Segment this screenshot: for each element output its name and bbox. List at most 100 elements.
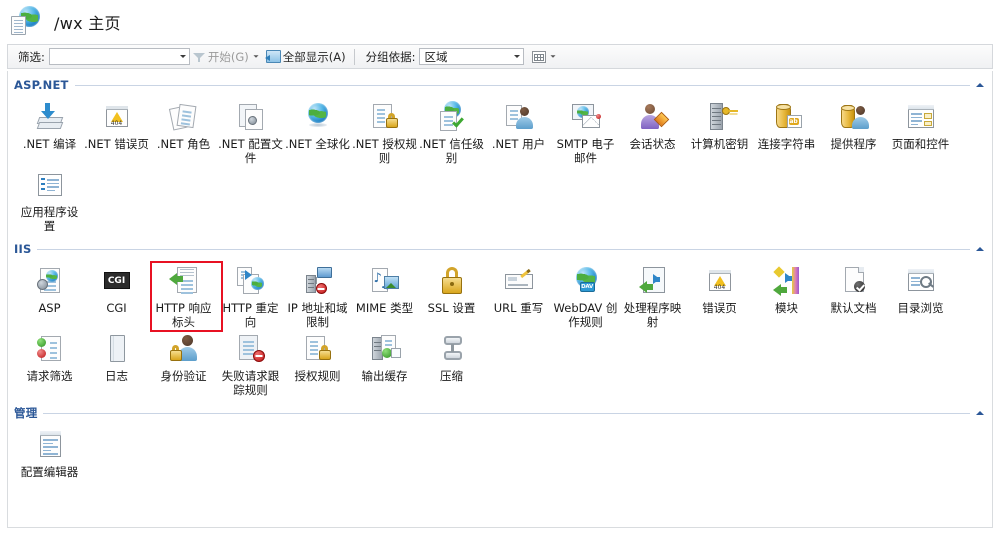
start-filter-label: 开始(G) <box>207 49 249 64</box>
feature-url-rewrite[interactable]: URL 重写 <box>485 261 552 329</box>
feature-failed-request-tracing-rules[interactable]: 失败请求跟踪规则 <box>217 329 284 397</box>
feature-label: .NET 错误页 <box>84 137 149 151</box>
group-divider <box>43 412 970 414</box>
feature-label: CGI <box>106 301 127 315</box>
net-users-icon <box>503 101 535 133</box>
chevron-up-icon[interactable] <box>976 247 984 251</box>
feature-net-users[interactable]: .NET 用户 <box>485 97 552 165</box>
authorization-rules-icon <box>302 333 334 365</box>
toolbar-separator <box>353 48 355 65</box>
feature-label: 会话状态 <box>629 137 676 151</box>
feature-net-roles[interactable]: .NET 角色 <box>150 97 217 165</box>
group-management: 管理 配置编辑器 <box>8 405 992 481</box>
feature-default-document[interactable]: 默认文档 <box>820 261 887 329</box>
feature-label: 应用程序设置 <box>20 205 79 233</box>
feature-net-compilation[interactable]: .NET 编译 <box>16 97 83 165</box>
group-by-label: 分组依据: <box>365 49 416 64</box>
feature-asp[interactable]: ASP <box>16 261 83 329</box>
chevron-down-icon[interactable] <box>514 55 521 58</box>
net-profile-icon <box>235 101 267 133</box>
feature-label: HTTP 响应标头 <box>155 301 212 329</box>
filter-input[interactable] <box>48 48 190 65</box>
authentication-icon <box>168 333 200 365</box>
start-filter-button[interactable]: 开始(G) <box>190 46 252 67</box>
net-error-pages-icon: 404 <box>101 101 133 133</box>
feature-providers[interactable]: 提供程序 <box>820 97 887 165</box>
net-roles-icon <box>168 101 200 133</box>
feature-net-trust-levels[interactable]: .NET 信任级别 <box>418 97 485 165</box>
group-header-aspnet[interactable]: ASP.NET <box>14 77 986 93</box>
feature-pages-and-controls[interactable]: 页面和控件 <box>887 97 954 165</box>
group-divider <box>37 248 970 250</box>
output-caching-icon <box>369 333 401 365</box>
pages-and-controls-icon <box>905 101 937 133</box>
chevron-up-icon[interactable] <box>976 411 984 415</box>
show-all-label: 全部显示(A) <box>282 49 346 64</box>
group-header-iis[interactable]: IIS <box>14 241 986 257</box>
feature-label: .NET 全球化 <box>285 137 350 151</box>
funnel-icon <box>192 51 205 63</box>
feature-error-pages[interactable]: 404 错误页 <box>686 261 753 329</box>
feature-label: .NET 角色 <box>156 137 211 151</box>
asp-icon <box>34 265 66 297</box>
feature-label: .NET 授权规则 <box>352 137 417 165</box>
feature-connection-strings[interactable]: ab 连接字符串 <box>753 97 820 165</box>
feature-modules[interactable]: 模块 <box>753 261 820 329</box>
feature-authentication[interactable]: 身份验证 <box>150 329 217 397</box>
feature-net-authorization-rules[interactable]: .NET 授权规则 <box>351 97 418 165</box>
group-divider <box>74 84 970 86</box>
chevron-down-icon[interactable] <box>179 55 186 58</box>
group-by-select[interactable]: 区域 <box>419 48 525 65</box>
feature-cgi[interactable]: CGI CGI <box>83 261 150 329</box>
ssl-settings-icon <box>436 265 468 297</box>
feature-net-globalization[interactable]: .NET 全球化 <box>284 97 351 165</box>
view-grid-icon[interactable] <box>532 50 547 63</box>
feature-ip-address-domain-restrictions[interactable]: IP 地址和域限制 <box>284 261 351 329</box>
feature-label: 压缩 <box>440 369 463 383</box>
feature-machine-key[interactable]: 计算机密钥 <box>686 97 753 165</box>
feature-logging[interactable]: 日志 <box>83 329 150 397</box>
feature-mime-types[interactable]: ♪ ♫ MIME 类型 <box>351 261 418 329</box>
group-header-management[interactable]: 管理 <box>14 405 986 421</box>
feature-http-redirect[interactable]: HTTP 重定向 <box>217 261 284 329</box>
globe-page-icon <box>10 5 44 39</box>
feature-directory-browsing[interactable]: 目录浏览 <box>887 261 954 329</box>
http-response-headers-icon <box>168 265 200 297</box>
feature-label: WebDAV 创作规则 <box>553 301 618 329</box>
url-rewrite-icon <box>503 265 535 297</box>
feature-label: 处理程序映射 <box>623 301 682 329</box>
feature-session-state[interactable]: 会话状态 <box>619 97 686 165</box>
feature-handler-mappings[interactable]: 处理程序映射 <box>619 261 686 329</box>
filter-label: 筛选: <box>18 49 45 64</box>
feature-compression[interactable]: 压缩 <box>418 329 485 397</box>
feature-label: 授权规则 <box>294 369 341 383</box>
session-state-icon <box>637 101 669 133</box>
feature-label: 失败请求跟踪规则 <box>221 369 280 397</box>
chevron-up-icon[interactable] <box>976 83 984 87</box>
default-document-icon <box>838 265 870 297</box>
feature-label: 身份验证 <box>160 369 207 383</box>
show-all-button[interactable]: 全部显示(A) <box>262 46 349 67</box>
start-filter-dropdown-icon[interactable] <box>253 55 259 58</box>
group-iis: IIS ASP CGI CGI HTTP 响应标头 HTTP 重定向 IP 地址… <box>8 241 992 399</box>
net-globalization-icon <box>302 101 334 133</box>
feature-http-response-headers[interactable]: HTTP 响应标头 <box>150 261 223 332</box>
views-dropdown-icon[interactable] <box>550 55 557 58</box>
feature-net-profile[interactable]: .NET 配置文件 <box>217 97 284 165</box>
feature-output-caching[interactable]: 输出缓存 <box>351 329 418 397</box>
cgi-icon: CGI <box>101 265 133 297</box>
feature-authorization-rules[interactable]: 授权规则 <box>284 329 351 397</box>
feature-request-filtering[interactable]: 请求筛选 <box>16 329 83 397</box>
feature-ssl-settings[interactable]: SSL 设置 <box>418 261 485 329</box>
net-compilation-icon <box>34 101 66 133</box>
error-pages-icon: 404 <box>704 265 736 297</box>
group-aspnet: ASP.NET .NET 编译 404 .NET 错误页 .NET 角色 .NE… <box>8 77 992 235</box>
feature-label: 输出缓存 <box>361 369 408 383</box>
feature-application-settings[interactable]: 应用程序设置 <box>16 165 83 233</box>
feature-label: 请求筛选 <box>26 369 73 383</box>
feature-smtp-email[interactable]: SMTP 电子邮件 <box>552 97 619 165</box>
feature-webdav-authoring-rules[interactable]: DAV WebDAV 创作规则 <box>552 261 619 329</box>
feature-net-error-pages[interactable]: 404 .NET 错误页 <box>83 97 150 165</box>
filter-text-field[interactable] <box>49 49 180 64</box>
feature-configuration-editor[interactable]: 配置编辑器 <box>16 425 83 479</box>
